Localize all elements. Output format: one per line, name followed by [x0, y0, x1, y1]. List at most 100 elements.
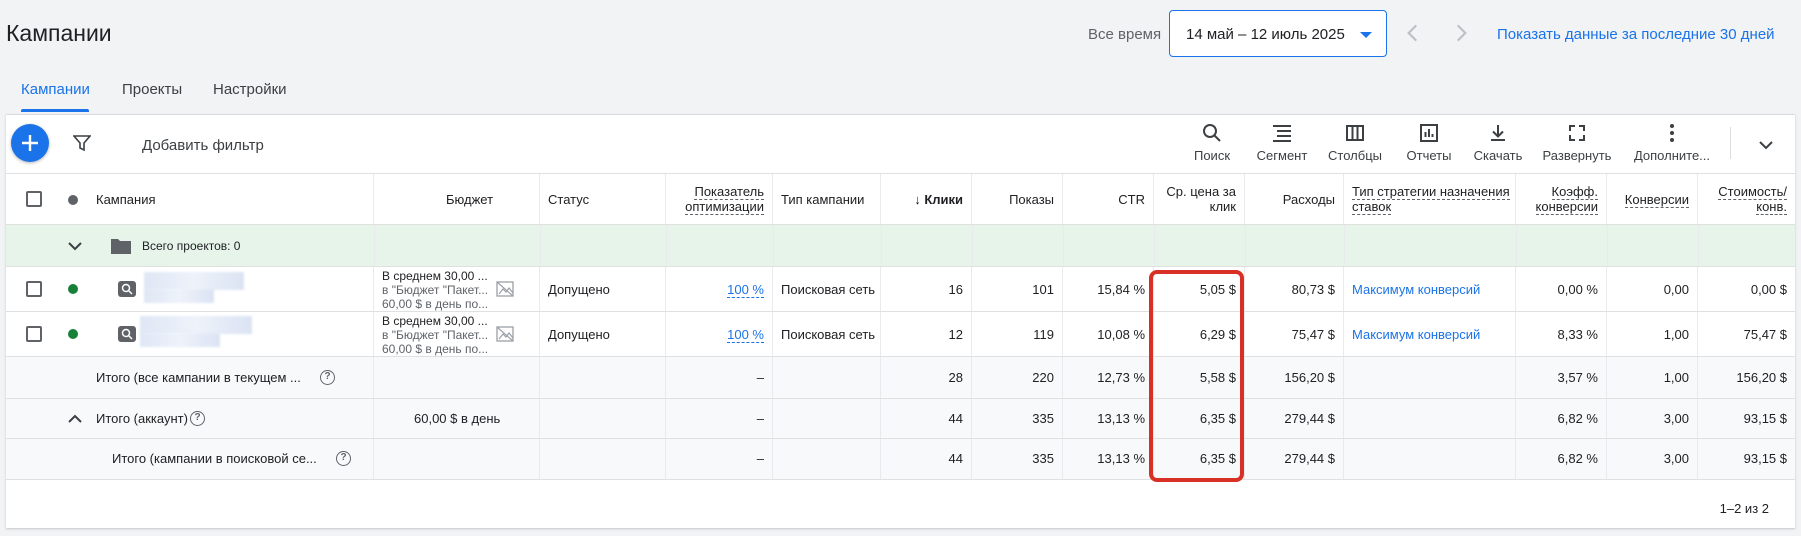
- col-campaign[interactable]: Кампания: [88, 174, 374, 224]
- bid-strategy-cell[interactable]: Максимум конверсий: [1344, 312, 1516, 356]
- add-filter-button[interactable]: Добавить фильтр: [142, 137, 264, 154]
- status-text: Допущено: [548, 282, 610, 297]
- total-cost-value: 279,44 $: [1284, 411, 1335, 426]
- budget-cell[interactable]: В среднем 30,00 ... в "Бюджет "Пакет... …: [374, 267, 540, 311]
- budget-cell[interactable]: В среднем 30,00 ... в "Бюджет "Пакет... …: [374, 312, 540, 356]
- tab-campaigns[interactable]: Кампании: [21, 81, 90, 98]
- expand-tool-button[interactable]: Развернуть: [1538, 123, 1616, 171]
- search-tool-button[interactable]: Поиск: [1186, 123, 1238, 171]
- arrow-down-icon: ↓: [914, 192, 921, 207]
- date-range-picker[interactable]: 14 май – 12 июль 2025: [1169, 10, 1387, 57]
- col-budget[interactable]: Бюджет: [374, 174, 540, 224]
- budget-line2: в "Бюджет "Пакет...: [382, 283, 489, 297]
- table-toolbar: Добавить фильтр Поиск Сегмент Столбцы От…: [6, 115, 1795, 173]
- table-header-row: Кампания Бюджет Статус Показатель оптимиз…: [6, 173, 1795, 225]
- conversions-value: 0,00: [1663, 282, 1689, 297]
- columns-tool-button[interactable]: Столбцы: [1324, 123, 1386, 171]
- chevron-down-icon[interactable]: [1756, 135, 1776, 155]
- total-conv-rate-value: 3,57 %: [1557, 370, 1598, 385]
- next-period-button[interactable]: [1448, 20, 1474, 46]
- show-last-30-days-link[interactable]: Показать данные за последние 30 дней: [1497, 26, 1775, 43]
- chevron-down-icon[interactable]: [66, 237, 84, 255]
- col-cost-per-conv-label: Стоимость/конв.: [1718, 184, 1787, 215]
- campaign-type-cell: Поисковая сеть: [773, 267, 881, 311]
- status-cell: Допущено: [540, 312, 666, 356]
- optimization-cell[interactable]: 100 %: [666, 312, 773, 356]
- total-cost-per-conv-cell: 156,20 $: [1698, 357, 1795, 398]
- campaign-type-text: Поисковая сеть: [781, 327, 876, 342]
- col-cost-label: Расходы: [1282, 192, 1335, 207]
- total-conv-rate-cell: 3,57 %: [1516, 357, 1607, 398]
- col-conversions[interactable]: Конверсии: [1607, 174, 1698, 224]
- cost-cell: 75,47 $: [1245, 312, 1344, 356]
- row-checkbox[interactable]: [26, 326, 42, 342]
- total-ctr-value: 13,13 %: [1097, 411, 1145, 426]
- col-ctr-label: CTR: [1118, 192, 1145, 207]
- help-icon[interactable]: ?: [320, 370, 335, 385]
- cell-divider: [374, 225, 375, 266]
- col-bid-strategy[interactable]: Тип стратегии назначения ставок: [1344, 174, 1516, 224]
- more-tool-button[interactable]: Дополните...: [1630, 123, 1714, 171]
- col-cost-per-conv[interactable]: Стоимость/конв.: [1698, 174, 1795, 224]
- avg-cpc-highlight-annotation: [1149, 270, 1244, 482]
- total-clicks-cell: 44: [881, 399, 972, 438]
- filter-icon[interactable]: [73, 134, 91, 152]
- columns-tool-label: Столбцы: [1328, 148, 1382, 163]
- campaign-name-redacted: [140, 333, 220, 347]
- search-campaign-icon: [118, 326, 136, 342]
- tab-bar: Кампании Проекты Настройки: [0, 70, 1801, 114]
- total-optimization-cell: –: [666, 439, 773, 479]
- table-row[interactable]: В среднем 30,00 ... в "Бюджет "Пакет... …: [6, 267, 1795, 312]
- col-conv-rate[interactable]: Коэфф. конверсии: [1516, 174, 1607, 224]
- tab-projects[interactable]: Проекты: [122, 81, 182, 98]
- cell-divider: [1607, 225, 1608, 266]
- bid-strategy-link[interactable]: Максимум конверсий: [1352, 327, 1480, 342]
- optimization-cell[interactable]: 100 %: [666, 267, 773, 311]
- total-impressions-value: 335: [1032, 451, 1054, 466]
- col-campaign-type[interactable]: Тип кампании: [773, 174, 881, 224]
- table-row[interactable]: В среднем 30,00 ... в "Бюджет "Пакет... …: [6, 312, 1795, 357]
- total-label-cell: Итого (кампании в поисковой се... ?: [88, 439, 374, 479]
- total-clicks-cell: 44: [881, 439, 972, 479]
- cell-divider: [1698, 225, 1699, 266]
- col-impressions[interactable]: Показы: [972, 174, 1063, 224]
- reports-tool-button[interactable]: Отчеты: [1400, 123, 1458, 171]
- total-conversions-cell: 3,00: [1607, 439, 1698, 479]
- campaigns-table-card: Добавить фильтр Поиск Сегмент Столбцы От…: [6, 114, 1795, 528]
- select-all-checkbox[interactable]: [26, 191, 42, 207]
- ctr-cell: 15,84 %: [1063, 267, 1154, 311]
- col-clicks[interactable]: ↓ Клики: [881, 174, 972, 224]
- segment-tool-button[interactable]: Сегмент: [1251, 123, 1313, 171]
- optimization-score-link[interactable]: 100 %: [727, 282, 764, 298]
- cost-cell: 80,73 $: [1245, 267, 1344, 311]
- optimization-score-link[interactable]: 100 %: [727, 327, 764, 343]
- help-icon[interactable]: ?: [190, 411, 205, 426]
- campaign-name-cell[interactable]: [88, 312, 374, 356]
- campaign-name-cell[interactable]: [88, 267, 374, 311]
- row-checkbox[interactable]: [26, 281, 42, 297]
- col-ctr[interactable]: CTR: [1063, 174, 1154, 224]
- previous-period-button[interactable]: [1400, 20, 1426, 46]
- total-cost-per-conv-cell: 93,15 $: [1698, 439, 1795, 479]
- help-icon[interactable]: ?: [336, 451, 351, 466]
- col-optimization-score[interactable]: Показатель оптимизации: [666, 174, 773, 224]
- conv-rate-cell: 8,33 %: [1516, 312, 1607, 356]
- cost-per-conv-cell: 75,47 $: [1698, 312, 1795, 356]
- chevron-up-icon[interactable]: [66, 410, 84, 428]
- bid-strategy-link[interactable]: Максимум конверсий: [1352, 282, 1480, 297]
- col-status[interactable]: Статус: [540, 174, 666, 224]
- tab-settings[interactable]: Настройки: [213, 81, 287, 98]
- total-optimization-cell: –: [666, 399, 773, 438]
- enabled-status-dot: [68, 329, 78, 339]
- create-campaign-button[interactable]: [11, 124, 49, 162]
- bid-strategy-cell[interactable]: Максимум конверсий: [1344, 267, 1516, 311]
- total-row-search-campaigns: Итого (кампании в поисковой се... ? – 44…: [6, 439, 1795, 480]
- projects-group-row: Всего проектов: 0: [6, 225, 1795, 267]
- page-title: Кампании: [6, 20, 112, 46]
- total-clicks-value: 44: [948, 451, 963, 466]
- download-tool-button[interactable]: Скачать: [1468, 123, 1528, 171]
- expand-tool-label: Развернуть: [1542, 148, 1612, 163]
- col-cost[interactable]: Расходы: [1245, 174, 1344, 224]
- total-impressions-value: 335: [1032, 411, 1054, 426]
- col-avg-cpc[interactable]: Ср. цена за клик: [1154, 174, 1245, 224]
